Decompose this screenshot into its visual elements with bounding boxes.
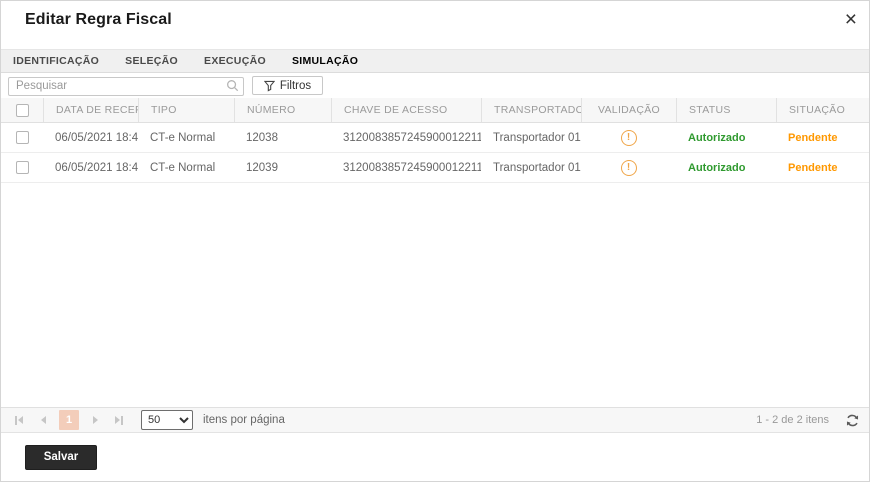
situacao-badge: Pendente [788,131,838,144]
column-header-data-recepcao[interactable]: DATA DE RECEPÇ... [43,98,138,122]
save-button[interactable]: Salvar [25,444,97,470]
next-page-icon [92,416,98,424]
table-row[interactable]: 06/05/2021 18:49:30 CT-e Normal 12039 31… [1,153,869,183]
warning-icon[interactable]: ! [620,129,637,146]
column-header-status[interactable]: STATUS [676,98,776,122]
edit-fiscal-rule-dialog: Editar Regra Fiscal × IDENTIFICAÇÃO SELE… [0,0,870,482]
cell-data-recepcao: 06/05/2021 18:49:30 [55,161,138,174]
status-badge: Autorizado [688,161,746,174]
pager-range-label: 1 - 2 de 2 itens [756,414,829,426]
cell-transportador: Transportador 01 [493,161,581,174]
search-wrap [8,76,244,96]
row-checkbox[interactable] [15,131,29,144]
page-size-select[interactable]: 50 [141,410,193,430]
cell-chave-acesso: 312008385724590001221100100... [343,131,481,144]
row-checkbox-cell [1,153,43,182]
cell-data-recepcao: 06/05/2021 18:49:00 [55,131,138,144]
tabstrip: IDENTIFICAÇÃO SELEÇÃO EXECUÇÃO SIMULAÇÃO [1,49,869,73]
cell-transportador: Transportador 01 [493,131,581,144]
column-header-tipo[interactable]: TIPO [138,98,234,122]
pager-prev-button[interactable] [33,410,53,430]
filters-button[interactable]: Filtros [252,76,323,95]
funnel-icon [263,80,275,91]
status-badge: Autorizado [688,131,746,144]
cell-validacao: ! [581,123,676,152]
column-header-transportador[interactable]: TRANSPORTADOR [481,98,581,122]
simulation-grid: DATA DE RECEPÇ... TIPO NÚMERO CHAVE DE A… [1,98,869,407]
cell-situacao: Pendente [776,123,869,152]
column-header-chave-acesso[interactable]: CHAVE DE ACESSO [331,98,481,122]
column-header-validacao[interactable]: VALIDAÇÃO [581,98,676,122]
last-page-icon [115,416,120,424]
row-checkbox-cell [1,123,43,152]
pager-current-page[interactable]: 1 [59,410,79,430]
grid-empty-area [1,183,869,407]
tab-selecao[interactable]: SELEÇÃO [125,55,178,67]
refresh-icon [846,414,858,426]
tab-identificacao[interactable]: IDENTIFICAÇÃO [13,55,99,67]
pager-first-button[interactable] [9,410,29,430]
cell-tipo: CT-e Normal [150,161,216,174]
cell-situacao: Pendente [776,153,869,182]
items-per-page-label: itens por página [203,414,285,426]
tab-execucao[interactable]: EXECUÇÃO [204,55,266,67]
situacao-badge: Pendente [788,161,838,174]
pager-next-button[interactable] [85,410,105,430]
first-page-icon [15,415,17,425]
dialog-title: Editar Regra Fiscal [25,11,172,28]
cell-numero: 12038 [246,131,278,144]
close-icon[interactable]: × [845,9,857,30]
filters-button-label: Filtros [279,79,312,92]
row-checkbox[interactable] [15,161,29,174]
select-all-checkbox[interactable] [15,103,29,117]
cell-numero: 12039 [246,161,278,174]
column-header-situacao[interactable]: SITUAÇÃO [776,98,869,122]
dialog-footer: Salvar [1,433,869,481]
refresh-button[interactable] [843,411,861,429]
pager: 1 50 itens por página 1 - 2 de 2 itens [1,407,869,433]
cell-status: Autorizado [676,123,776,152]
cell-validacao: ! [581,153,676,182]
pager-last-button[interactable] [109,410,129,430]
table-row[interactable]: 06/05/2021 18:49:00 CT-e Normal 12038 31… [1,123,869,153]
tab-simulacao[interactable]: SIMULAÇÃO [292,55,358,67]
grid-toolbar: Filtros [1,73,869,98]
column-header-numero[interactable]: NÚMERO [234,98,331,122]
cell-tipo: CT-e Normal [150,131,216,144]
select-all-cell [1,98,43,122]
prev-page-icon [40,416,46,424]
cell-chave-acesso: 312008385724590001221100100... [343,161,481,174]
cell-status: Autorizado [676,153,776,182]
search-input[interactable] [8,76,244,96]
dialog-header: Editar Regra Fiscal × [1,1,869,49]
grid-header-row: DATA DE RECEPÇ... TIPO NÚMERO CHAVE DE A… [1,98,869,123]
warning-icon[interactable]: ! [620,159,637,176]
